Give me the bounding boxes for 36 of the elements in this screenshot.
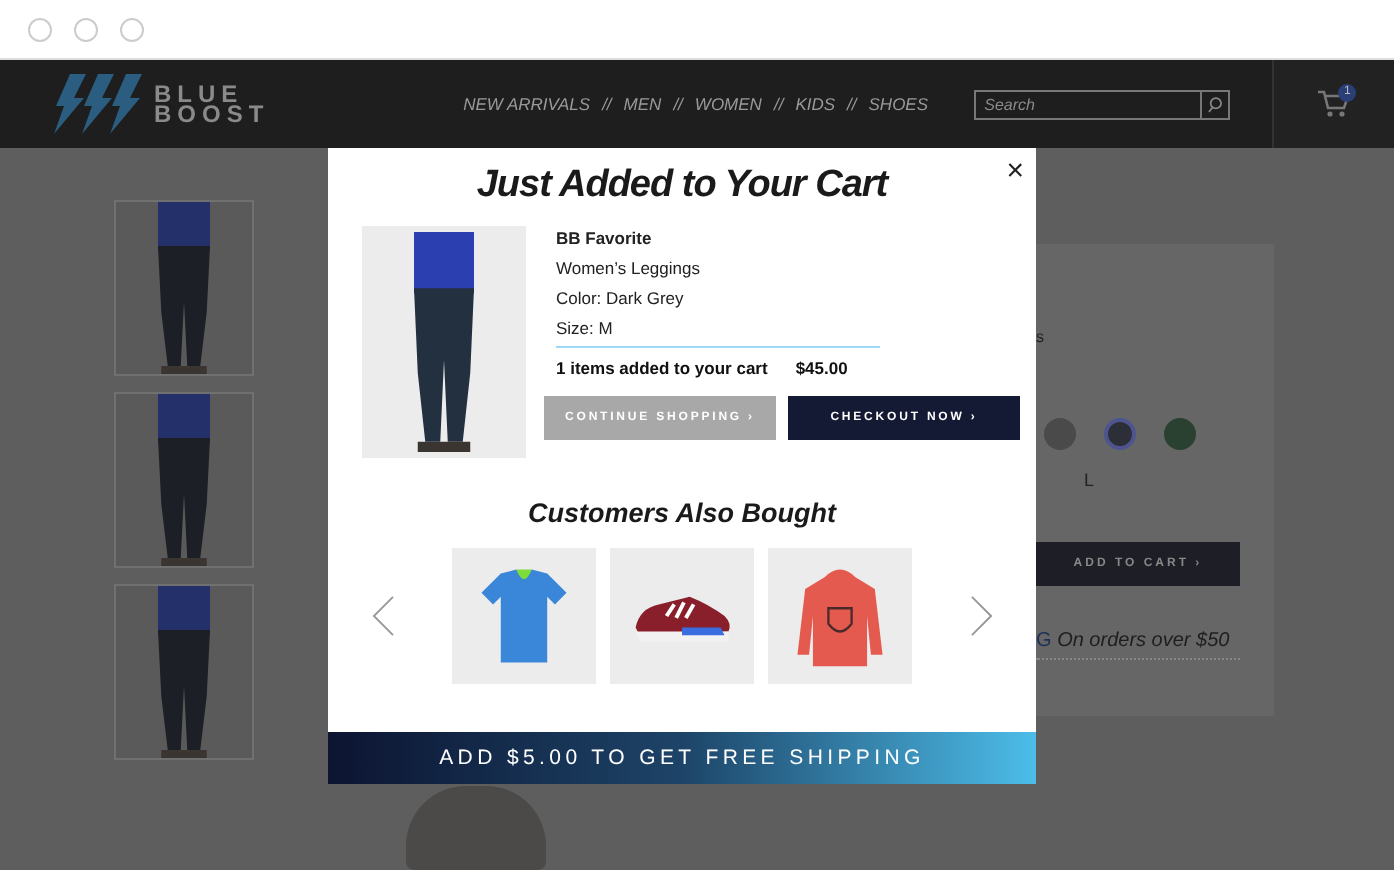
color-swatch[interactable] <box>1044 418 1076 450</box>
dialog-title: Just Added to Your Cart <box>476 164 888 208</box>
logo-text: BOOST <box>154 104 270 124</box>
search-field[interactable]: Search <box>974 89 1201 119</box>
nav-link[interactable]: MEN <box>623 94 662 114</box>
product-detail: Women’s Leggings <box>556 256 702 280</box>
section-title: Customers Also Bought <box>525 498 839 528</box>
nav-separator: // <box>602 94 612 114</box>
window-control-icon[interactable] <box>28 17 52 41</box>
product-detail: Color: Dark Grey <box>556 286 686 310</box>
color-swatch[interactable] <box>1164 418 1196 450</box>
product-thumbnail[interactable] <box>114 392 254 568</box>
nav-link[interactable]: NEW ARRIVALS <box>463 94 591 114</box>
logo-text: BLUE <box>154 84 244 104</box>
nav-separator: // <box>673 94 683 114</box>
free-shipping-banner: ADD $5.00 TO GET FREE SHIPPING <box>328 732 1036 784</box>
product-detail: Size: M <box>556 316 615 340</box>
product-thumbnail[interactable] <box>114 200 254 376</box>
nav-link[interactable]: WOMEN <box>694 94 762 114</box>
nav-separator: // <box>847 94 857 114</box>
cart-total: $45.00 <box>795 358 848 378</box>
product-card[interactable] <box>610 548 754 684</box>
window-control-icon[interactable] <box>120 17 144 41</box>
product-description: s <box>1036 328 1044 346</box>
window-control-icon[interactable] <box>74 17 98 41</box>
photo-placeholder <box>405 786 545 870</box>
cart-icon <box>1318 90 1351 118</box>
close-button[interactable]: × <box>1006 156 1024 188</box>
search-icon[interactable] <box>1200 89 1231 119</box>
nav-link[interactable]: KIDS <box>795 94 836 114</box>
product-name: BB Favorite <box>556 226 654 250</box>
product-thumbnail[interactable] <box>114 584 254 760</box>
color-swatch[interactable] <box>1104 418 1136 450</box>
nav-separator: // <box>773 94 784 114</box>
cart-summary: 1 items added to your cart <box>556 358 768 378</box>
nav-link[interactable]: SHOES <box>868 94 929 114</box>
